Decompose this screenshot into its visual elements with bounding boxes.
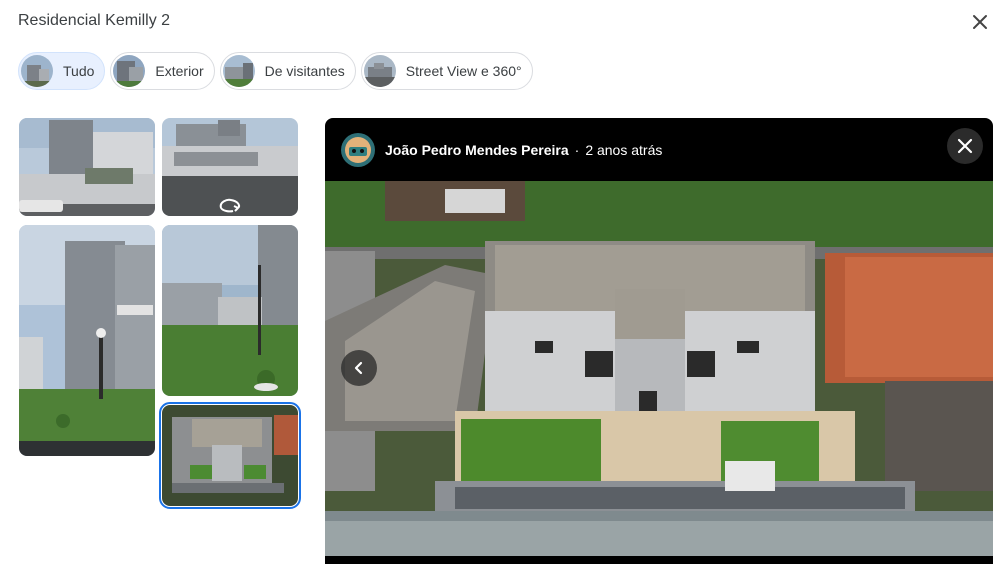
close-icon (957, 138, 973, 154)
separator: · (574, 142, 580, 158)
close-icon (973, 15, 987, 29)
chip-label: De visitantes (264, 63, 345, 79)
close-button[interactable] (966, 8, 994, 36)
chip-visitors[interactable]: De visitantes (219, 52, 356, 90)
chip-label: Exterior (155, 63, 204, 79)
viewer-close-button[interactable] (947, 128, 983, 164)
photo-header: João Pedro Mendes Pereira · 2 anos atrás (325, 118, 993, 182)
place-title: Residencial Kemilly 2 (18, 12, 171, 29)
chip-exterior[interactable]: Exterior (110, 52, 215, 90)
street-view-360-icon (217, 198, 243, 214)
photo-thumbnail[interactable] (19, 118, 155, 216)
chip-label: Street View e 360° (405, 63, 522, 79)
chip-label: Tudo (63, 63, 95, 79)
photo-thumbnail[interactable] (19, 225, 155, 456)
chip-thumbnail (363, 55, 396, 87)
chip-thumbnail (21, 55, 53, 87)
photo-timestamp: 2 anos atrás (585, 142, 663, 158)
main-photo (325, 181, 993, 556)
photo-viewer: João Pedro Mendes Pereira · 2 anos atrás (325, 118, 993, 564)
photo-filter-chips: Tudo Exterior De visitantes Street View … (18, 52, 533, 90)
chevron-left-icon (354, 361, 363, 375)
chip-thumbnail (222, 55, 255, 87)
street-view-thumbnail[interactable] (162, 118, 298, 216)
chip-thumbnail (113, 55, 146, 87)
chip-street-view[interactable]: Street View e 360° (360, 52, 533, 90)
author-name[interactable]: João Pedro Mendes Pereira (385, 142, 569, 158)
previous-photo-button[interactable] (341, 350, 377, 386)
chip-all[interactable]: Tudo (18, 52, 106, 90)
photo-thumbnail-selected[interactable] (159, 402, 301, 509)
avatar[interactable] (341, 133, 375, 167)
photo-thumbnail[interactable] (162, 225, 298, 396)
